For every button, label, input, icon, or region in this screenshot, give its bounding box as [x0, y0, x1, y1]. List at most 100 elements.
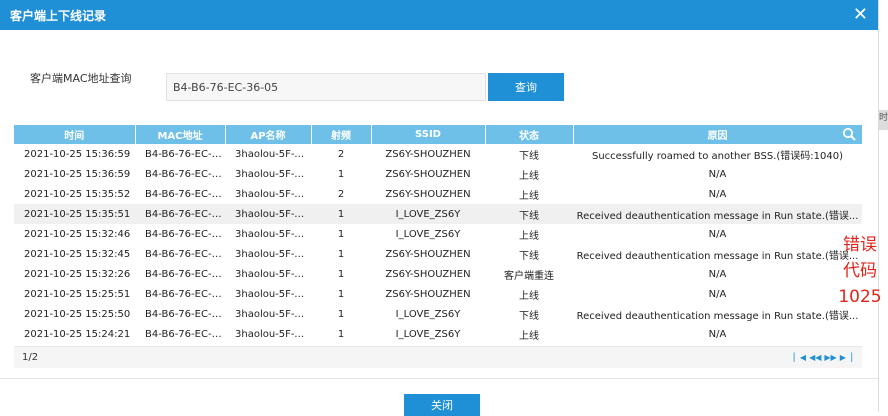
- table-row[interactable]: 2021-10-25 15:36:59 B4-B6-76-EC-36... 3hao…: [14, 164, 862, 184]
- column-header-status[interactable]: 状态: [485, 125, 574, 144]
- cell-ap-name: 3haolou-5F-AP-8: [235, 288, 311, 300]
- cell-ssid: ZS6Y-SHOUZHEN: [385, 248, 471, 260]
- last-page-icon[interactable]: ▶▕: [840, 353, 852, 362]
- cell-reason: Successfully roamed to another BSS.(错误码:…: [591, 150, 843, 162]
- cell-reason: N/A: [708, 228, 727, 240]
- cell-radio: 1: [337, 228, 345, 240]
- cell-ssid: ZS6Y-SHOUZHEN: [385, 268, 471, 280]
- annotation-line: 错误: [843, 235, 877, 255]
- dialog-titlebar: 客户端上下线记录 ✕: [0, 0, 878, 30]
- cell-ssid: ZS6Y-SHOUZHEN: [385, 168, 471, 180]
- cell-mac: B4-B6-76-EC-36...: [145, 288, 225, 300]
- table-row[interactable]: 2021-10-25 15:25:50 B4-B6-76-EC-36... 3hao…: [14, 304, 862, 324]
- column-header-time[interactable]: 时间: [14, 125, 136, 144]
- cell-radio: 1: [337, 268, 345, 280]
- column-header-ssid[interactable]: SSID: [371, 125, 486, 144]
- cell-status: 上线: [519, 330, 539, 342]
- cell-mac: B4-B6-76-EC-36...: [145, 328, 225, 340]
- first-page-icon[interactable]: ▏◀: [794, 353, 806, 362]
- cell-mac: B4-B6-76-EC-36...: [135, 204, 225, 224]
- table-row[interactable]: 2021-10-25 15:25:51 B4-B6-76-EC-36... 3hao…: [14, 284, 862, 304]
- table-row[interactable]: 2021-10-25 15:32:26 B4-B6-76-EC-36... 3hao…: [14, 264, 862, 284]
- query-row: 客户端MAC地址查询 查询: [0, 68, 878, 108]
- table-row[interactable]: 2021-10-25 15:36:59 B4-B6-76-EC-36... 3hao…: [14, 144, 862, 164]
- column-header-reason-label: 原因: [707, 131, 728, 142]
- background-tab: 时: [879, 110, 888, 130]
- cell-time: 2021-10-25 15:36:59: [24, 148, 131, 160]
- next-page-icon[interactable]: ▶▶: [824, 353, 836, 362]
- error-code-annotation: 错误 代码 1025: [832, 232, 888, 310]
- cell-radio: 2: [337, 188, 345, 200]
- cell-reason: N/A: [708, 168, 727, 180]
- cell-radio: 1: [311, 204, 371, 224]
- prev-page-icon[interactable]: ◀◀: [809, 353, 821, 362]
- cell-status: 下线: [485, 204, 573, 224]
- query-button[interactable]: 查询: [488, 73, 564, 101]
- cell-ap-name: 3haolou-5F-AP-8: [235, 228, 311, 240]
- cell-time: 2021-10-25 15:32:46: [24, 228, 131, 240]
- cell-radio: 1: [337, 328, 345, 340]
- cell-reason: N/A: [708, 188, 727, 200]
- cell-mac: B4-B6-76-EC-36...: [145, 188, 225, 200]
- cell-time: 2021-10-25 15:35:52: [24, 188, 131, 200]
- search-icon[interactable]: [842, 127, 856, 141]
- cell-ssid: I_LOVE_ZS6Y: [395, 328, 461, 340]
- cell-reason: Received deauthentication message in Run…: [573, 204, 862, 224]
- cell-ssid: ZS6Y-SHOUZHEN: [385, 148, 471, 160]
- footer-divider: [0, 378, 878, 379]
- mac-address-input[interactable]: [166, 73, 486, 101]
- cell-mac: B4-B6-76-EC-36...: [145, 168, 225, 180]
- table-row[interactable]: 2021-10-25 15:35:51 B4-B6-76-EC-36... 3hao…: [14, 204, 862, 224]
- cell-status: 客户端重连: [504, 270, 554, 282]
- client-online-offline-dialog: 客户端上下线记录 ✕ 客户端MAC地址查询 查询 时间 MAC地址 AP名称: [0, 0, 878, 416]
- cell-radio: 1: [337, 168, 345, 180]
- page-indicator: 1/2: [22, 352, 39, 363]
- cell-reason: N/A: [708, 268, 727, 280]
- cell-ap-name: 3haolou-5F-AP-9: [235, 188, 311, 200]
- cell-status: 上线: [519, 230, 539, 242]
- pagination-bar: 1/2 ▏◀ ◀◀ ▶▶ ▶▕: [14, 346, 862, 368]
- cell-mac: B4-B6-76-EC-36...: [145, 268, 225, 280]
- cell-ssid: ZS6Y-SHOUZHEN: [385, 188, 471, 200]
- background-page-edge: 时: [878, 0, 888, 412]
- table-header-row: 时间 MAC地址 AP名称 射频 SSID 状态 原因: [14, 125, 863, 144]
- cell-ssid: I_LOVE_ZS6Y: [395, 228, 461, 240]
- column-header-ap-name[interactable]: AP名称: [225, 125, 312, 144]
- cell-status: 下线: [519, 310, 539, 322]
- cell-ap-name: 3haolou-5F-AP-8: [235, 248, 311, 260]
- cell-mac: B4-B6-76-EC-36...: [145, 148, 225, 160]
- cell-radio: 2: [337, 148, 345, 160]
- cell-reason: Received deauthentication message in Run…: [576, 250, 859, 262]
- records-table-wrap: 时间 MAC地址 AP名称 射频 SSID 状态 原因 2021-10-25 1…: [14, 125, 863, 344]
- table-row[interactable]: 2021-10-25 15:32:45 B4-B6-76-EC-36... 3hao…: [14, 244, 862, 264]
- cell-time: 2021-10-25 15:36:59: [24, 168, 131, 180]
- table-row[interactable]: 2021-10-25 15:24:21 B4-B6-76-EC-36... 3hao…: [14, 324, 862, 344]
- records-table-body: 2021-10-25 15:36:59 B4-B6-76-EC-36... 3hao…: [14, 144, 862, 344]
- column-header-radio[interactable]: 射频: [311, 125, 372, 144]
- close-button[interactable]: 关闭: [404, 394, 480, 416]
- cell-status: 上线: [519, 170, 539, 182]
- cell-ap-name: 3haolou-5F-AP-8: [235, 328, 311, 340]
- table-row[interactable]: 2021-10-25 15:32:46 B4-B6-76-EC-36... 3hao…: [14, 224, 862, 244]
- cell-ssid: I_LOVE_ZS6Y: [395, 308, 461, 320]
- cell-ap-name: 3haolou-5F-AP-8: [225, 204, 311, 224]
- dialog-title: 客户端上下线记录: [10, 8, 107, 23]
- pagination-controls: ▏◀ ◀◀ ▶▶ ▶▕: [794, 353, 852, 362]
- cell-reason: Received deauthentication message in Run…: [576, 310, 859, 322]
- close-icon[interactable]: ✕: [853, 5, 868, 25]
- cell-status: 上线: [519, 290, 539, 302]
- cell-time: 2021-10-25 15:24:21: [24, 328, 131, 340]
- annotation-line: 1025: [838, 287, 882, 307]
- column-header-reason[interactable]: 原因: [573, 125, 863, 144]
- cell-reason: N/A: [708, 328, 727, 340]
- table-row[interactable]: 2021-10-25 15:35:52 B4-B6-76-EC-36... 3hao…: [14, 184, 862, 204]
- cell-mac: B4-B6-76-EC-36...: [145, 248, 225, 260]
- mac-query-label: 客户端MAC地址查询: [30, 72, 132, 85]
- cell-ap-name: 3haolou-5F-AP-8: [235, 268, 311, 280]
- cell-mac: B4-B6-76-EC-36...: [145, 308, 225, 320]
- cell-time: 2021-10-25 15:25:50: [24, 308, 131, 320]
- cell-status: 下线: [519, 150, 539, 162]
- cell-status: 上线: [519, 190, 539, 202]
- cell-radio: 1: [337, 308, 345, 320]
- column-header-mac[interactable]: MAC地址: [135, 125, 226, 144]
